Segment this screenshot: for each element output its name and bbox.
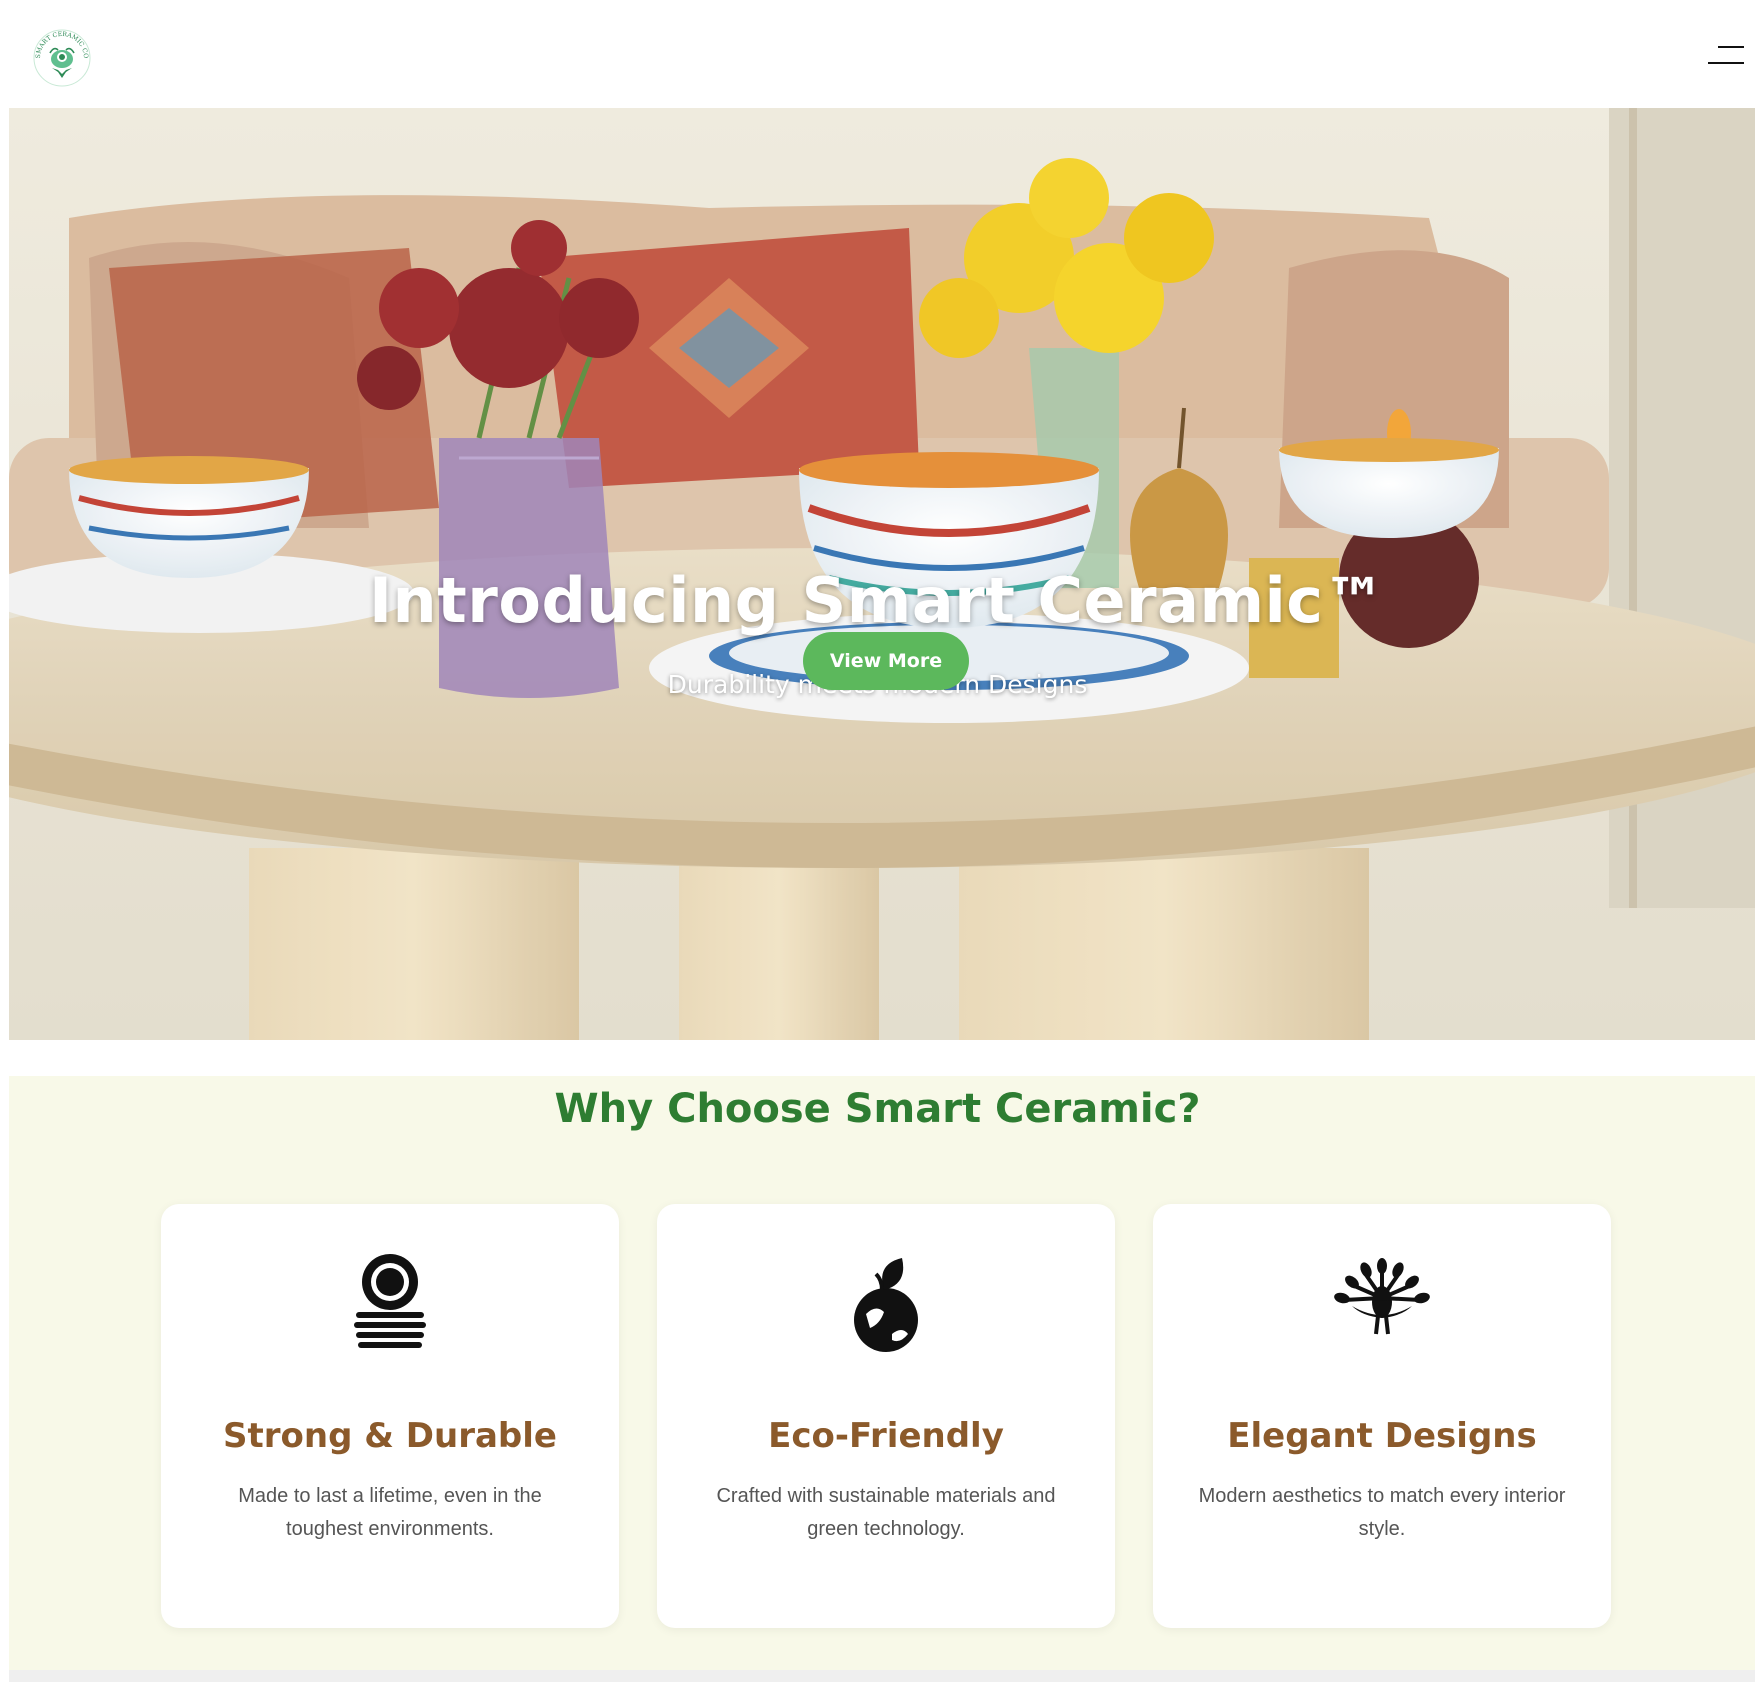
hamburger-menu-icon[interactable] [1706, 42, 1744, 68]
feature-title: Strong & Durable [223, 1416, 557, 1456]
feature-title: Eco-Friendly [768, 1416, 1004, 1456]
why-choose-heading: Why Choose Smart Ceramic? [554, 1086, 1201, 1132]
menu-line-bottom [1708, 62, 1744, 64]
site-header: SMART CERAMIC CO [0, 0, 1755, 108]
hero-title: Introducing Smart Ceramic™ [368, 564, 1387, 637]
menu-line-top [1718, 46, 1744, 48]
feature-card-eco-friendly: Eco-Friendly Crafted with sustainable ma… [657, 1204, 1115, 1628]
view-more-button[interactable]: View More [803, 632, 969, 690]
brand-logo[interactable]: SMART CERAMIC CO [32, 28, 92, 88]
why-choose-section: Why Choose Smart Ceramic? Strong & Durab… [9, 1076, 1755, 1670]
peacock-icon [1334, 1258, 1430, 1335]
hero-section: Introducing Smart Ceramic™ Durability me… [9, 108, 1755, 1040]
feature-title: Elegant Designs [1227, 1416, 1537, 1456]
footer-strip [9, 1670, 1755, 1682]
feature-card-strong-durable: Strong & Durable Made to last a lifetime… [161, 1204, 619, 1628]
stacked-plates-icon [354, 1254, 426, 1348]
eco-globe-leaf-icon [854, 1258, 918, 1352]
feature-description: Crafted with sustainable materials and g… [716, 1485, 1056, 1540]
feature-description: Made to last a lifetime, even in the tou… [238, 1485, 542, 1540]
feature-description: Modern aesthetics to match every interio… [1198, 1485, 1566, 1540]
feature-card-elegant-designs: Elegant Designs Modern aesthetics to mat… [1153, 1204, 1611, 1628]
